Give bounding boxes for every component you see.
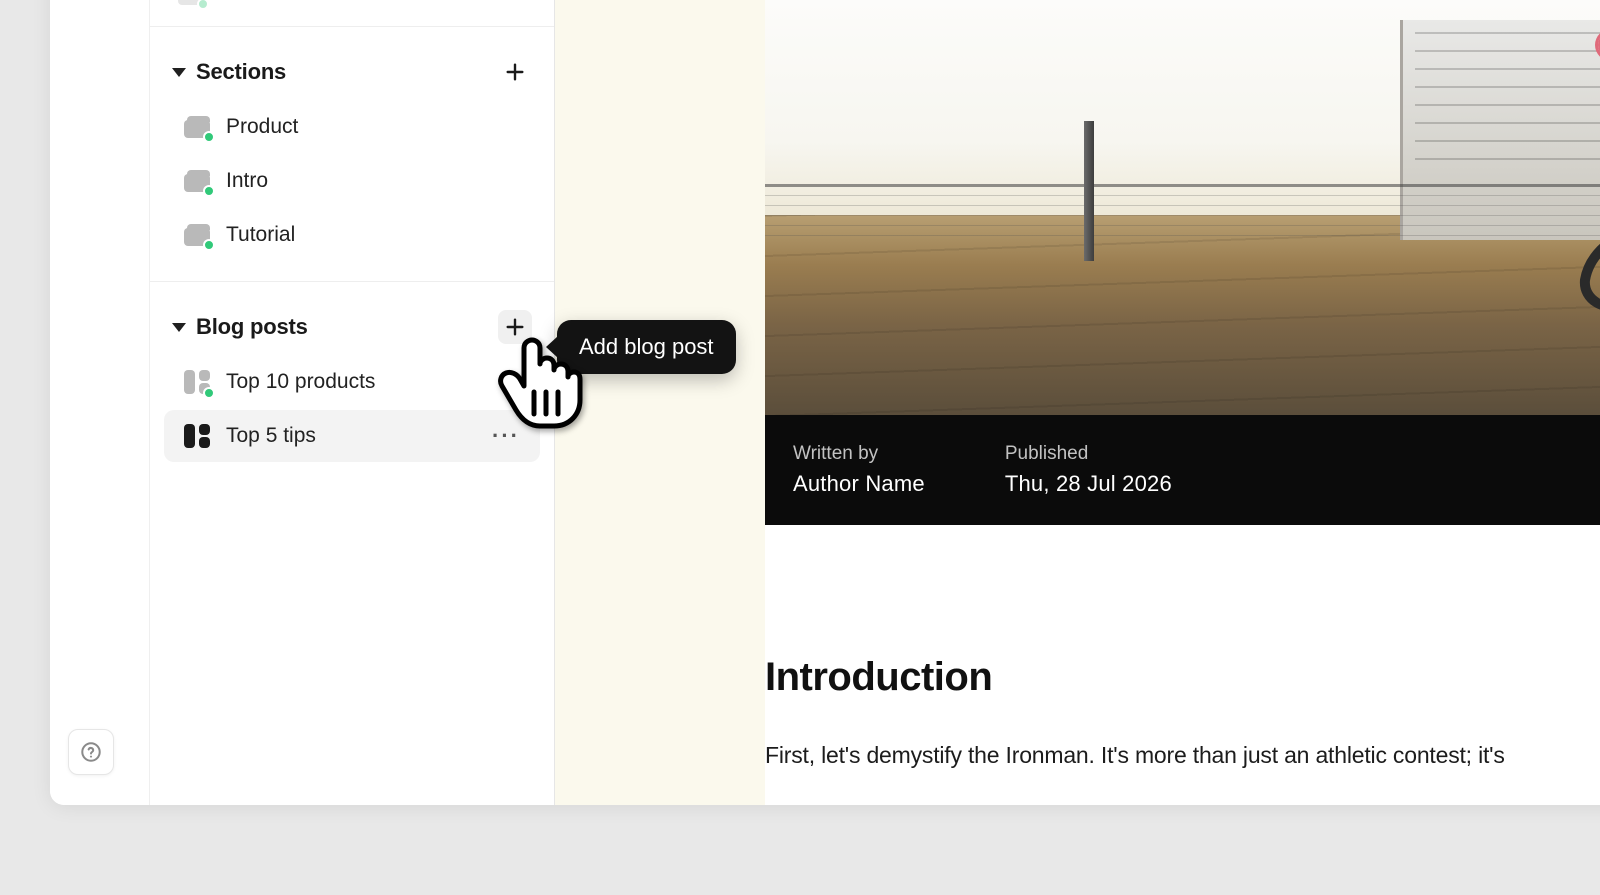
page-icon [184, 224, 210, 246]
sidebar-item-label: Tutorial [226, 223, 520, 247]
sidebar-item-label: Top 10 products [226, 370, 520, 394]
meta-published: Published Thu, 28 Jul 2026 [1005, 443, 1172, 497]
help-button[interactable] [68, 729, 114, 775]
page-icon [184, 170, 210, 192]
rope-graphic [1550, 210, 1600, 330]
article-paragraph: First, let's demystify the Ironman. It's… [765, 738, 1600, 773]
sidebar-panel: Product 3 Sections Product [150, 0, 555, 805]
add-blog-post-button[interactable] [498, 310, 532, 344]
group-header-sections[interactable]: Sections [158, 45, 546, 99]
meta-author-value: Author Name [793, 471, 925, 497]
sidebar-item-truncated[interactable]: Product 3 [150, 0, 554, 27]
sidebar-item-blog-post[interactable]: Top 10 products [164, 356, 540, 408]
group-title: Blog posts [196, 314, 308, 340]
post-meta-bar: Written by Author Name Published Thu, 28… [765, 415, 1600, 525]
plus-icon [504, 316, 526, 338]
sidebar-item-label: Top 5 tips [226, 424, 476, 448]
article-heading: Introduction [765, 655, 1600, 700]
group-title: Sections [196, 59, 286, 85]
sidebar-item-blog-post[interactable]: Top 5 tips ··· [164, 410, 540, 462]
sidebar-item-section[interactable]: Intro [164, 155, 540, 207]
article-body: Introduction First, let's demystify the … [765, 525, 1600, 805]
meta-written-by-label: Written by [793, 443, 925, 465]
sidebar-item-section[interactable]: Tutorial [164, 209, 540, 261]
chevron-down-icon [172, 68, 186, 77]
plus-icon [504, 61, 526, 83]
sidebar-item-section[interactable]: Product [164, 101, 540, 153]
sidebar-item-label: Product [226, 115, 520, 139]
sidebar-group-sections: Sections Product Intro Tutorial [150, 27, 554, 282]
blog-post-icon [184, 370, 210, 394]
group-header-blog-posts[interactable]: Blog posts [158, 300, 546, 354]
blog-post-icon [184, 424, 210, 448]
add-section-button[interactable] [498, 55, 532, 89]
hero-image[interactable] [765, 0, 1600, 415]
chevron-down-icon [172, 323, 186, 332]
sidebar-item-label: Intro [226, 169, 520, 193]
page-preview: Written by Author Name Published Thu, 28… [765, 0, 1600, 805]
canvas-gutter [555, 0, 765, 805]
sidebar-group-blog-posts: Blog posts Top 10 products [150, 282, 554, 482]
help-icon [80, 741, 102, 763]
page-icon [184, 116, 210, 138]
app-window: Product 3 Sections Product [50, 0, 1600, 805]
sidebar-item-label: Product 3 [220, 0, 310, 6]
meta-published-label: Published [1005, 443, 1172, 465]
hero-block: Written by Author Name Published Thu, 28… [765, 0, 1600, 525]
tooltip-add-blog-post: Add blog post [557, 320, 736, 374]
page-icon [178, 0, 204, 5]
item-more-button[interactable]: ··· [492, 432, 520, 441]
left-spacer-column [50, 0, 150, 805]
meta-published-value: Thu, 28 Jul 2026 [1005, 471, 1172, 497]
meta-author: Written by Author Name [793, 443, 925, 497]
